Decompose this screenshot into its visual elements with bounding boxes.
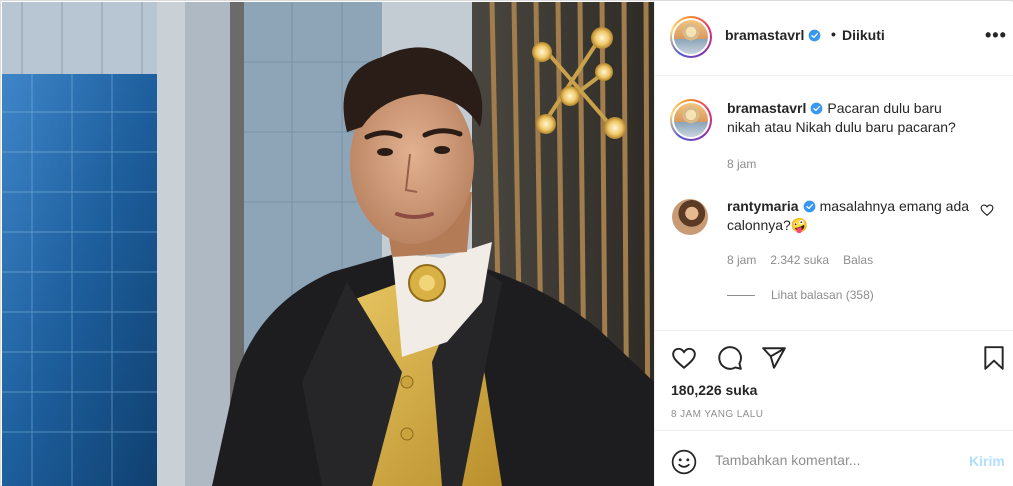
comment-item: rantymaria masalahnya emang ada calonnya?…: [670, 197, 1000, 307]
caption-text-block: bramastavrl Pacaran dulu baru nikah atau …: [727, 99, 972, 137]
paper-plane-icon[interactable]: [761, 345, 787, 371]
caption-comment: bramastavrl Pacaran dulu baru nikah atau …: [670, 99, 1000, 179]
commenter-avatar[interactable]: [672, 199, 708, 235]
replies-divider-line: [727, 295, 755, 297]
smiley-icon[interactable]: [671, 449, 697, 475]
bookmark-icon[interactable]: [981, 345, 1007, 371]
add-comment-bar: Kirim: [655, 430, 1013, 486]
comment-bubble-icon[interactable]: [717, 345, 743, 371]
comment-input[interactable]: [715, 447, 955, 473]
comment-likes[interactable]: 2.342 suka: [770, 253, 829, 267]
view-replies-label[interactable]: Lihat balasan (358): [771, 288, 874, 302]
caption-username[interactable]: bramastavrl: [727, 100, 806, 116]
more-options-icon[interactable]: •••: [985, 26, 1007, 44]
post-photo-image: [2, 2, 654, 486]
verified-badge-icon: [809, 29, 821, 42]
post-side-panel: bramastavrl • Diikuti ••• bramastavrl Pac…: [654, 2, 1013, 486]
commenter-username[interactable]: rantymaria: [727, 198, 799, 214]
comment-like-heart-icon[interactable]: [980, 203, 994, 217]
comment-emoji: 🤪: [790, 217, 809, 233]
comment-meta: 8 jam 2.342 suka Balas: [727, 253, 887, 267]
post-actions: 180,226 suka 8 JAM YANG LALU: [655, 330, 1013, 430]
reply-button[interactable]: Balas: [843, 253, 873, 267]
post-modal: bramastavrl • Diikuti ••• bramastavrl Pac…: [0, 0, 1013, 486]
caption-avatar[interactable]: [670, 99, 712, 141]
follow-status-button[interactable]: Diikuti: [842, 27, 885, 43]
likes-count[interactable]: 180,226 suka: [671, 382, 757, 398]
verified-badge-icon: [803, 200, 815, 213]
caption-meta: 8 jam: [727, 157, 770, 171]
post-photo[interactable]: [2, 2, 654, 486]
author-username-link[interactable]: bramastavrl: [725, 27, 821, 45]
view-replies-button[interactable]: Lihat balasan (358): [727, 288, 874, 302]
author-avatar[interactable]: [670, 16, 712, 58]
heart-icon[interactable]: [671, 345, 697, 371]
post-header: bramastavrl • Diikuti •••: [655, 2, 1013, 76]
post-timestamp[interactable]: 8 JAM YANG LALU: [671, 409, 763, 420]
comments-section: bramastavrl Pacaran dulu baru nikah atau …: [655, 77, 1013, 330]
verified-badge-icon: [811, 102, 823, 115]
caption-time[interactable]: 8 jam: [727, 157, 756, 171]
comment-text-block: rantymaria masalahnya emang ada calonnya?…: [727, 197, 972, 235]
separator-dot: •: [831, 26, 836, 42]
comment-time[interactable]: 8 jam: [727, 253, 756, 267]
author-username[interactable]: bramastavrl: [725, 27, 804, 43]
post-comment-button[interactable]: Kirim: [969, 453, 1005, 469]
